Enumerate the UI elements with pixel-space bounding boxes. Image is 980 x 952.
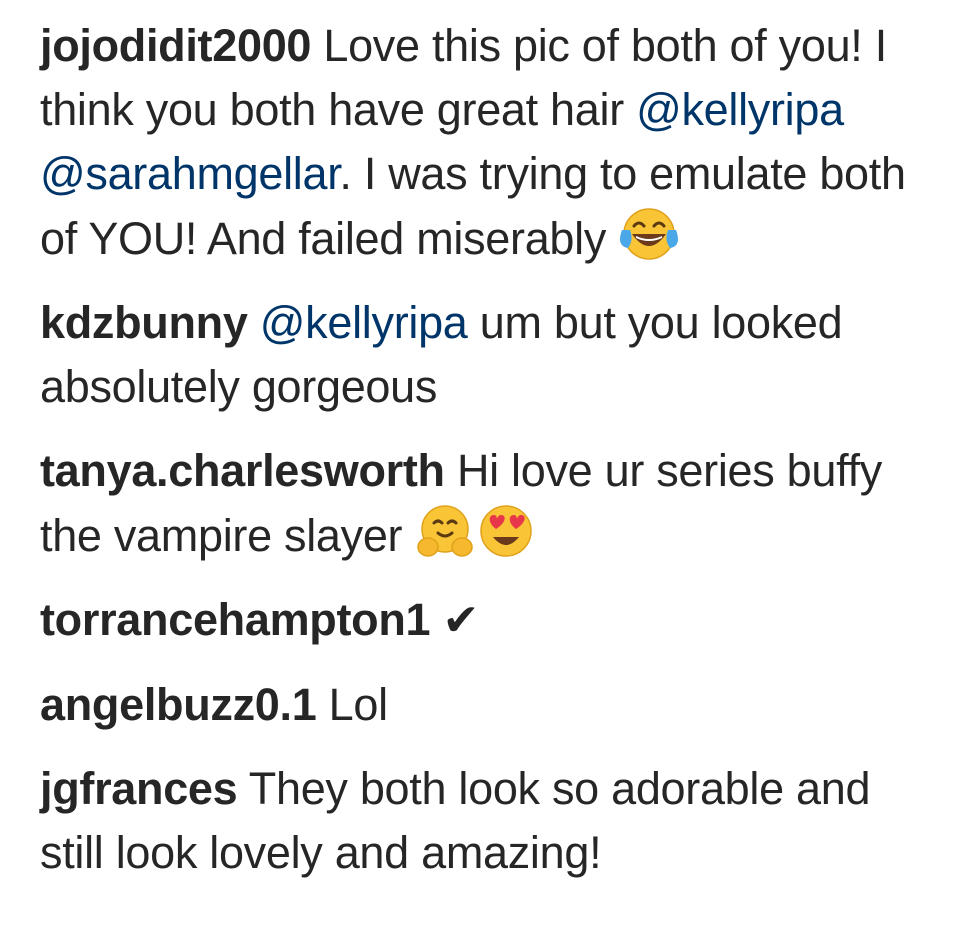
face-with-tears-of-joy-icon	[618, 206, 680, 262]
comment-username[interactable]: tanya.charlesworth	[40, 445, 445, 496]
mention-link[interactable]: @sarahmgellar	[40, 148, 340, 199]
comment-text	[430, 594, 442, 645]
comment-username[interactable]: jgfrances	[40, 763, 238, 814]
comment-list: jojodidit2000 Love this pic of both of y…	[40, 14, 940, 905]
comment-username[interactable]: kdzbunny	[40, 297, 248, 348]
check-mark-icon: ✔	[442, 596, 480, 645]
comment-item: kdzbunny @kellyripa um but you looked ab…	[40, 291, 940, 419]
comment-username[interactable]: torrancehampton1	[40, 594, 431, 645]
comment-text	[248, 297, 260, 348]
mention-link[interactable]: @kellyripa	[636, 84, 844, 135]
comment-username[interactable]: angelbuzz0.1	[40, 679, 317, 730]
mention-link[interactable]: @kellyripa	[260, 297, 468, 348]
comment-item: jgfrances They both look so adorable and…	[40, 757, 940, 885]
hugging-face-icon	[414, 503, 476, 559]
comment-item: torrancehampton1 ✔	[40, 588, 940, 653]
comment-text: Lol	[316, 679, 388, 730]
comment-username[interactable]: jojodidit2000	[40, 20, 311, 71]
comment-item: jojodidit2000 Love this pic of both of y…	[40, 14, 940, 271]
comment-item: angelbuzz0.1 Lol	[40, 673, 940, 737]
heart-eyes-icon	[476, 503, 536, 559]
comment-item: tanya.charlesworth Hi love ur series buf…	[40, 439, 940, 568]
